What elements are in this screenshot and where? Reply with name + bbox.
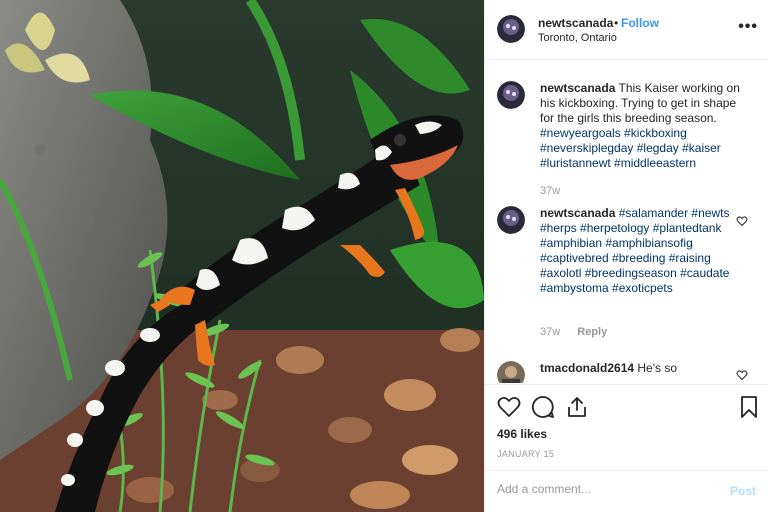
comment-meta: 37w [540, 185, 560, 197]
newt-photo [0, 0, 484, 512]
like-comment-heart-icon[interactable] [736, 215, 748, 227]
likes-count[interactable]: 496 likes [497, 427, 547, 441]
comment-text: He's so [637, 361, 678, 375]
comment-username[interactable]: tmacdonald2614 [540, 361, 634, 375]
profile-avatar-icon [497, 81, 525, 109]
avatar[interactable] [497, 361, 525, 383]
post-photo[interactable] [0, 0, 484, 512]
post-sidebar: newtscanada • Follow Toronto, Ontario ••… [484, 0, 768, 512]
like-heart-icon[interactable] [497, 395, 521, 419]
post-username[interactable]: newtscanada [538, 16, 613, 30]
more-options-button[interactable]: ••• [738, 18, 758, 36]
profile-avatar-icon [497, 15, 525, 43]
post-comment-button[interactable]: Post [730, 484, 756, 498]
comment-username[interactable]: newtscanada [540, 206, 615, 220]
avatar[interactable] [497, 206, 525, 234]
comment-time[interactable]: 37w [540, 326, 560, 338]
post-date[interactable]: JANUARY 15 [497, 449, 554, 459]
add-comment-input[interactable] [497, 482, 717, 496]
reply-button[interactable]: Reply [577, 326, 607, 338]
comment-username[interactable]: newtscanada [540, 81, 615, 95]
comments-list[interactable]: newtscanada This Kaiser working on his k… [485, 61, 768, 383]
avatar[interactable] [497, 15, 525, 43]
bookmark-icon[interactable] [737, 395, 761, 419]
comment-body: tmacdonald2614 He's so [540, 361, 740, 376]
profile-avatar-icon [497, 361, 525, 383]
comment-bubble-icon[interactable] [531, 395, 555, 419]
avatar[interactable] [497, 81, 525, 109]
separator-dot: • [614, 16, 619, 30]
post-actions: 496 likes JANUARY 15 Post [485, 384, 768, 512]
comment-meta: 37w Reply [540, 326, 607, 338]
caption-body: newtscanada This Kaiser working on his k… [540, 81, 740, 171]
like-comment-heart-icon[interactable] [736, 369, 748, 381]
add-comment-bar: Post [485, 470, 768, 512]
comment-body: newtscanada #salamander #newts #herps #h… [540, 206, 740, 296]
profile-avatar-icon [497, 206, 525, 234]
post-location[interactable]: Toronto, Ontario [538, 32, 617, 44]
comment-hashtags[interactable]: #newyeargoals #kickboxing #neverskiplegd… [540, 126, 721, 170]
share-icon[interactable] [565, 395, 589, 419]
comment-time[interactable]: 37w [540, 185, 560, 197]
follow-button[interactable]: Follow [621, 16, 659, 30]
post-header: newtscanada • Follow Toronto, Ontario ••… [485, 0, 768, 60]
